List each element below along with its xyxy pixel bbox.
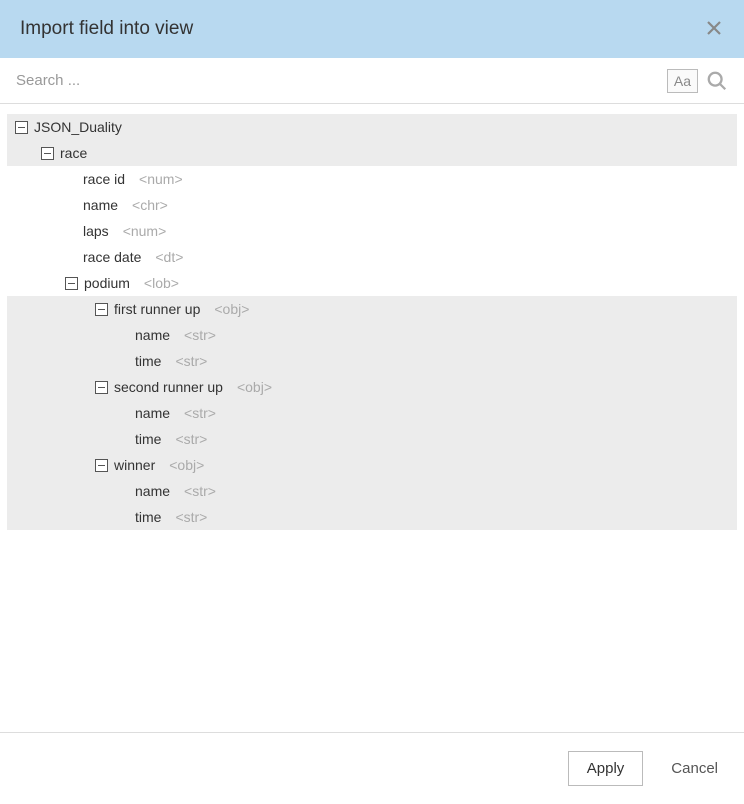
tree-node-json-duality[interactable]: JSON_Duality (7, 114, 737, 140)
node-label: second runner up (114, 379, 223, 395)
collapse-icon[interactable] (41, 147, 54, 160)
close-button[interactable] (704, 18, 724, 40)
node-label: time (135, 431, 161, 447)
node-label: race id (83, 171, 125, 187)
tree-node-second-runner-up[interactable]: second runner up <obj> (7, 374, 737, 400)
node-label: name (135, 327, 170, 343)
tree-node-fru-time[interactable]: time <str> (7, 348, 737, 374)
node-label: JSON_Duality (34, 119, 122, 135)
node-type: <num> (123, 223, 167, 239)
node-type: <str> (175, 509, 207, 525)
close-icon (706, 20, 722, 36)
node-label: race date (83, 249, 141, 265)
node-type: <obj> (169, 457, 204, 473)
node-type: <str> (175, 431, 207, 447)
tree-node-winner[interactable]: winner <obj> (7, 452, 737, 478)
collapse-icon[interactable] (95, 459, 108, 472)
tree-node-name[interactable]: name <chr> (7, 192, 737, 218)
node-type: <str> (175, 353, 207, 369)
collapse-icon[interactable] (15, 121, 28, 134)
node-label: first runner up (114, 301, 200, 317)
node-type: <obj> (237, 379, 272, 395)
node-label: laps (83, 223, 109, 239)
search-bar: Aa (0, 58, 744, 104)
node-type: <str> (184, 483, 216, 499)
apply-button[interactable]: Apply (568, 751, 644, 786)
node-type: <str> (184, 327, 216, 343)
case-sensitive-toggle[interactable]: Aa (667, 69, 698, 93)
collapse-icon[interactable] (95, 381, 108, 394)
collapse-icon[interactable] (95, 303, 108, 316)
tree-node-podium[interactable]: podium <lob> (7, 270, 737, 296)
field-tree: JSON_Duality race race id <num> name <ch… (0, 104, 744, 732)
node-label: name (135, 405, 170, 421)
cancel-button[interactable]: Cancel (667, 752, 722, 785)
collapse-icon[interactable] (65, 277, 78, 290)
search-input[interactable] (16, 66, 659, 95)
node-label: time (135, 353, 161, 369)
dialog-title: Import field into view (20, 18, 193, 40)
tree-node-race-id[interactable]: race id <num> (7, 166, 737, 192)
dialog-footer: Apply Cancel (0, 732, 744, 804)
tree-node-winner-time[interactable]: time <str> (7, 504, 737, 530)
tree-node-winner-name[interactable]: name <str> (7, 478, 737, 504)
search-icon[interactable] (706, 70, 728, 92)
node-label: race (60, 145, 87, 161)
tree-node-laps[interactable]: laps <num> (7, 218, 737, 244)
node-label: time (135, 509, 161, 525)
node-label: name (83, 197, 118, 213)
node-type: <obj> (214, 301, 249, 317)
tree-node-race-date[interactable]: race date <dt> (7, 244, 737, 270)
tree-node-sru-name[interactable]: name <str> (7, 400, 737, 426)
node-type: <lob> (144, 275, 179, 291)
node-type: <num> (139, 171, 183, 187)
tree-node-fru-name[interactable]: name <str> (7, 322, 737, 348)
dialog-header: Import field into view (0, 0, 744, 58)
node-label: winner (114, 457, 155, 473)
node-label: podium (84, 275, 130, 291)
tree-node-race[interactable]: race (7, 140, 737, 166)
tree-node-sru-time[interactable]: time <str> (7, 426, 737, 452)
node-label: name (135, 483, 170, 499)
tree-node-first-runner-up[interactable]: first runner up <obj> (7, 296, 737, 322)
node-type: <str> (184, 405, 216, 421)
node-type: <dt> (155, 249, 183, 265)
node-type: <chr> (132, 197, 168, 213)
